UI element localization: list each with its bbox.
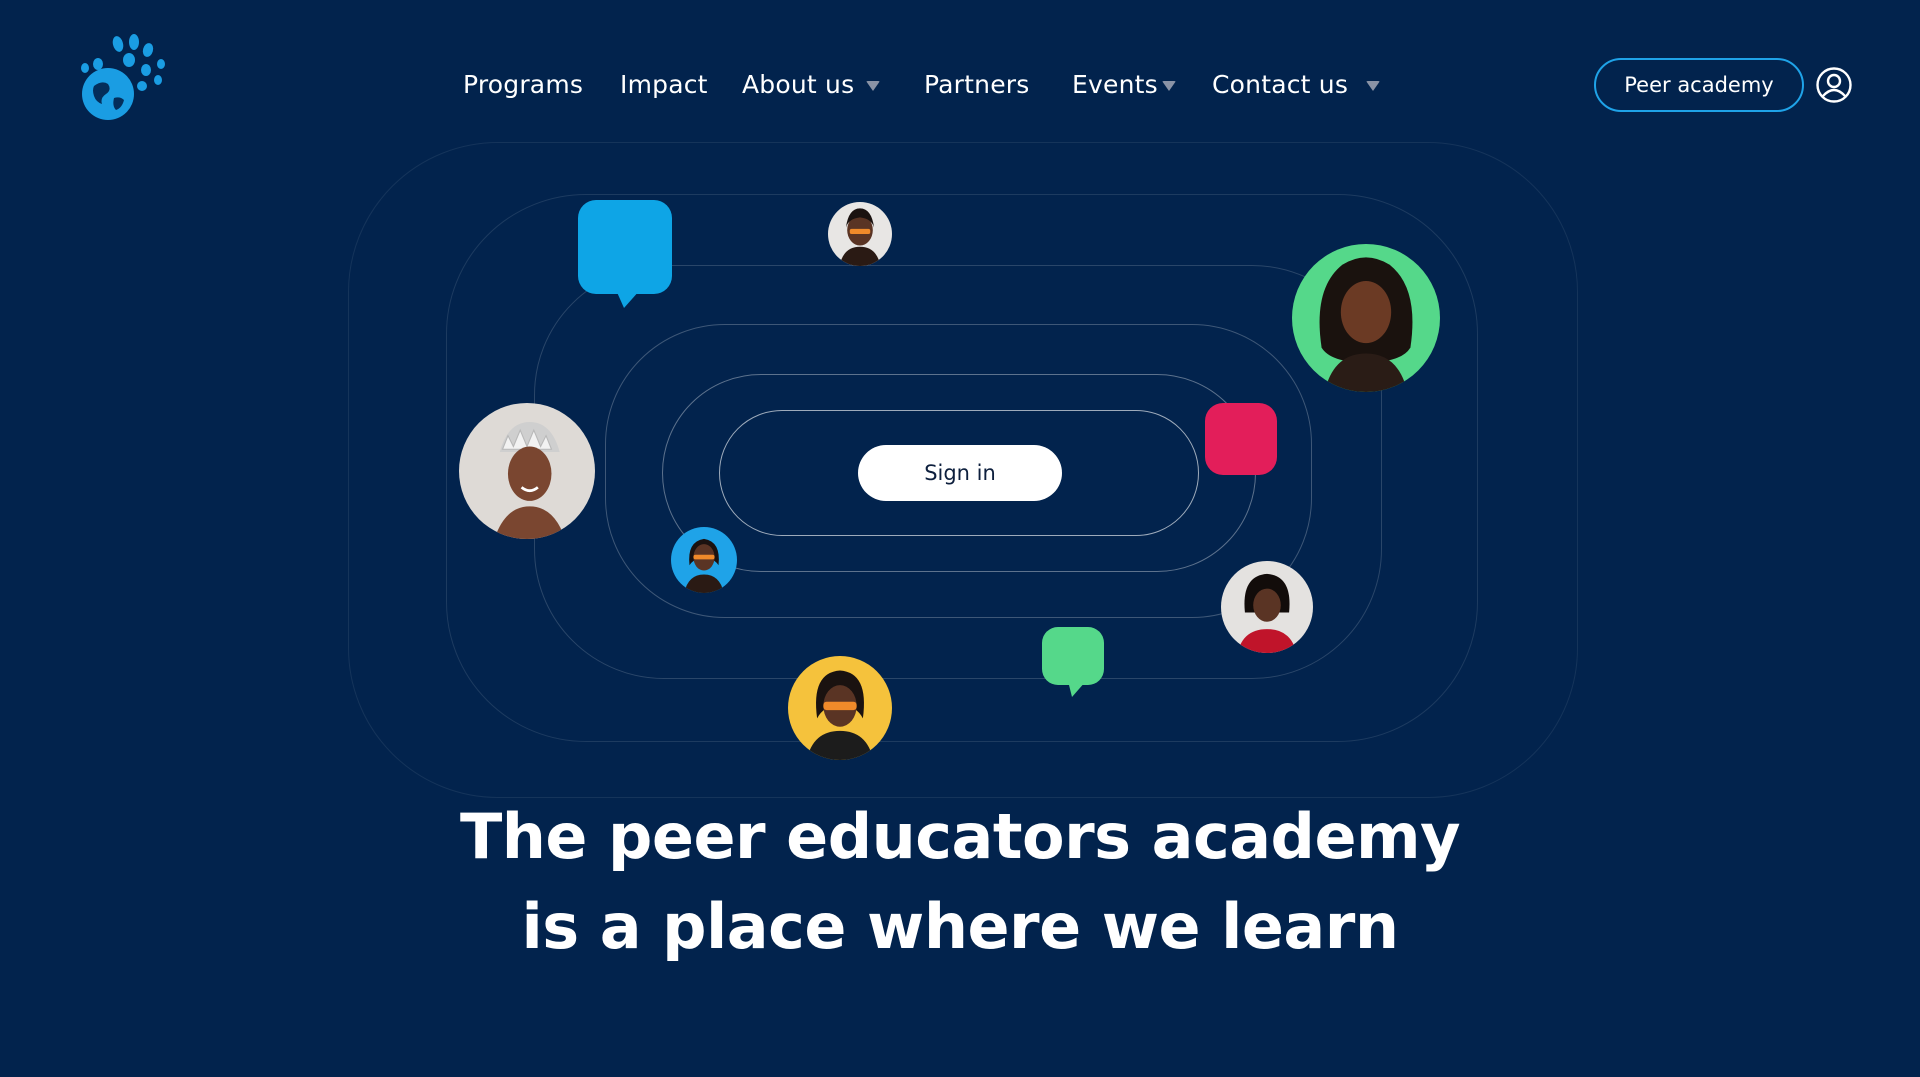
nav-programs[interactable]: Programs (463, 64, 583, 104)
nav-about-label: About us (742, 69, 855, 99)
avatar (788, 656, 892, 760)
peer-academy-button[interactable]: Peer academy (1594, 58, 1804, 112)
headline-line-1: The peer educators academy (459, 800, 1461, 873)
sign-in-label: Sign in (924, 461, 996, 485)
nav-contact-label: Contact us (1212, 69, 1349, 99)
speech-bubble-green-icon (1042, 627, 1104, 697)
nav-contact-us[interactable]: Contact us (1212, 64, 1381, 104)
chevron-down-icon (1161, 81, 1176, 91)
nav-impact-label: Impact (620, 69, 708, 99)
nav-about-us[interactable]: About us (742, 64, 881, 104)
nav-events-label: Events (1072, 69, 1158, 99)
nav-programs-label: Programs (463, 69, 584, 99)
speech-bubble-pink-icon (1205, 403, 1277, 475)
nav-partners[interactable]: Partners (924, 64, 1029, 104)
avatar (459, 403, 595, 539)
avatar (671, 527, 737, 593)
nav-events[interactable]: Events (1072, 64, 1176, 104)
hand-globe-logo-icon[interactable] (72, 28, 182, 128)
sign-in-button[interactable]: Sign in (858, 445, 1062, 501)
speech-bubble-blue-icon (578, 200, 672, 310)
landing-page: Programs Impact About us Partners Events… (0, 0, 1920, 1077)
nav-impact[interactable]: Impact (620, 64, 708, 104)
peer-academy-label: Peer academy (1624, 73, 1774, 97)
avatar (1221, 561, 1313, 653)
avatar (1292, 244, 1440, 392)
chevron-down-icon (866, 81, 881, 91)
user-circle-icon[interactable] (1815, 66, 1853, 104)
avatar (828, 202, 892, 266)
chevron-down-icon (1366, 81, 1381, 91)
headline-line-2: is a place where we learn (521, 890, 1399, 963)
nav-partners-label: Partners (924, 69, 1030, 99)
